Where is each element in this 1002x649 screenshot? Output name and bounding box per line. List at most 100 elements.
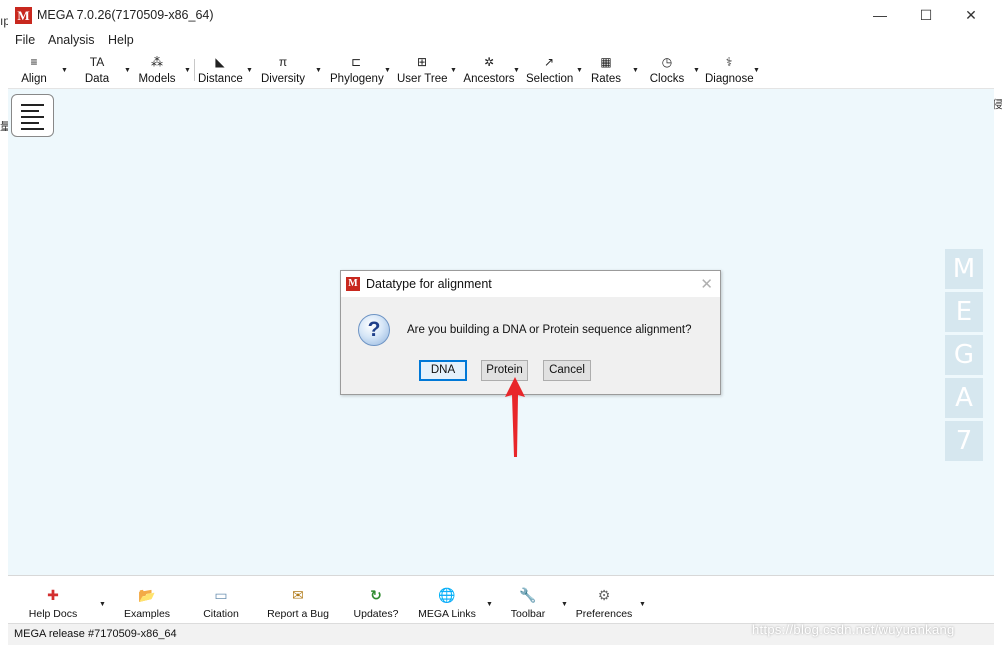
wrench-icon: 🔧 [519,587,537,603]
align-icon: ≡ [30,55,38,69]
folder-icon: 📂 [138,587,156,603]
dropdown-arrow-icon[interactable]: ▼ [315,67,322,74]
phylogeny-icon: ⊏ [350,55,362,69]
dropdown-arrow-icon[interactable]: ▼ [61,67,68,74]
toolbar-label: Models [138,73,176,85]
examples-button[interactable]: 📂 Examples [123,586,171,622]
dropdown-arrow-icon[interactable]: ▼ [384,67,391,74]
watermark-text: https://blog.csdn.net/wuyuankang [752,622,955,637]
dropdown-arrow-icon[interactable]: ▼ [693,67,700,74]
toolbar-clocks[interactable]: ◷ Clocks [648,51,686,89]
toolbar-data[interactable]: TA Data [81,51,113,89]
globe-icon: 🌐 [438,587,456,603]
report-bug-button[interactable]: ✉ Report a Bug [264,586,332,622]
menu-file[interactable]: File [15,33,35,47]
dropdown-arrow-icon[interactable]: ▼ [639,601,646,608]
dropdown-arrow-icon[interactable]: ▼ [450,67,457,74]
mail-icon: ✉ [292,587,304,603]
main-toolbar: ≡ Align ▼ TA Data ▼ ⁂ Models ▼ ◣ Distanc… [8,51,994,89]
cancel-button[interactable]: Cancel [543,360,591,381]
dropdown-arrow-icon[interactable]: ▼ [561,601,568,608]
menu-analysis[interactable]: Analysis [48,33,95,47]
lifebuoy-icon: ✚ [47,587,59,603]
toolbar-label: Ancestors [463,73,515,85]
toolbar-label: Data [84,73,110,85]
bottom-toolbar-label: Toolbar [510,608,546,620]
red-annotation-arrow-icon [505,377,525,457]
toolbar-label: Distance [198,73,243,85]
toolbar-label: Rates [590,73,622,85]
dropdown-arrow-icon[interactable]: ▼ [246,67,253,74]
toolbar-selection[interactable]: ↗ Selection [526,51,574,89]
release-status: MEGA release #7170509-x86_64 [14,628,177,640]
bottom-toolbar-label: Examples [123,608,171,620]
dropdown-arrow-icon[interactable]: ▼ [753,67,760,74]
clocks-icon: ◷ [661,55,673,69]
dropdown-arrow-icon[interactable]: ▼ [184,67,191,74]
diagnose-icon: ⚕ [725,55,733,69]
dialog-close-icon[interactable]: ✕ [700,275,713,293]
toolbar-align[interactable]: ≡ Align [18,51,50,89]
updates-button[interactable]: ↻ Updates? [352,586,400,622]
toolbar-distance[interactable]: ◣ Distance [198,51,243,89]
dropdown-arrow-icon[interactable]: ▼ [632,67,639,74]
hamburger-menu-icon[interactable] [11,94,54,137]
title-bar: M MEGA 7.0.26(7170509-x86_64) — ☐ ✕ [8,0,994,31]
toolbar-separator [194,59,195,81]
toolbar-label: Selection [526,73,574,85]
toolbar-label: Phylogeny [330,73,384,85]
close-button[interactable]: ✕ [948,0,994,31]
citation-button[interactable]: ▭ Citation [199,586,243,622]
side-logo-letter: M [945,249,983,289]
help-docs-button[interactable]: ✚ Help Docs [24,586,82,622]
dropdown-arrow-icon[interactable]: ▼ [576,67,583,74]
bottom-toolbar-label: Report a Bug [267,608,329,620]
refresh-icon: ↻ [370,587,382,603]
dropdown-arrow-icon[interactable]: ▼ [513,67,520,74]
distance-icon: ◣ [215,55,225,69]
toolbar-diversity[interactable]: π Diversity [260,51,306,89]
dropdown-arrow-icon[interactable]: ▼ [124,67,131,74]
toolbar-rates[interactable]: ▦ Rates [590,51,622,89]
window-title: MEGA 7.0.26(7170509-x86_64) [37,8,214,22]
toolbar-phylogeny[interactable]: ⊏ Phylogeny [330,51,384,89]
bottom-toolbar: ✚ Help Docs ▼ 📂 Examples ▭ Citation ✉ Re… [8,575,994,623]
side-logo-letter: E [945,292,983,332]
dropdown-arrow-icon[interactable]: ▼ [486,601,493,608]
diversity-icon: π [278,55,288,69]
dropdown-arrow-icon[interactable]: ▼ [99,601,106,608]
maximize-button[interactable]: ☐ [903,0,949,31]
mega7-side-logo: M E G A 7 [945,249,983,464]
preferences-button[interactable]: ⚙ Preferences [574,586,634,622]
dialog-title-bar: M Datatype for alignment ✕ [341,271,720,297]
toolbar-user-tree[interactable]: ⊞ User Tree [397,51,448,89]
citation-icon: ▭ [214,587,228,603]
toolbar-label: User Tree [397,73,448,85]
side-logo-letter: 7 [945,421,983,461]
bottom-toolbar-label: Help Docs [28,608,78,620]
side-logo-letter: A [945,378,983,418]
rates-icon: ▦ [600,55,612,69]
ancestors-icon: ✲ [483,55,495,69]
toolbar-diagnose[interactable]: ⚕ Diagnose [705,51,754,89]
datatype-dialog: M Datatype for alignment ✕ ? Are you bui… [340,270,721,395]
toolbar-ancestors[interactable]: ✲ Ancestors [463,51,515,89]
mega-links-button[interactable]: 🌐 MEGA Links [416,586,478,622]
toolbar-label: Diversity [260,73,306,85]
dna-button[interactable]: DNA [419,360,467,381]
bottom-toolbar-label: Updates? [353,608,399,620]
bottom-toolbar-label: Citation [203,608,239,620]
toolbar-models[interactable]: ⁂ Models [138,51,176,89]
user-tree-icon: ⊞ [416,55,428,69]
selection-icon: ↗ [543,55,555,69]
menu-help[interactable]: Help [108,33,134,47]
bottom-toolbar-label: Preferences [575,608,633,620]
toolbar-label: Diagnose [705,73,754,85]
toolbar-button[interactable]: 🔧 Toolbar [505,586,551,622]
mega-logo-icon: M [346,277,360,291]
gear-icon: ⚙ [597,587,611,603]
background-window-edge: ıp 量 [0,0,11,649]
minimize-button[interactable]: — [857,0,903,31]
mega-logo-icon: M [15,7,32,24]
question-icon: ? [358,314,390,346]
